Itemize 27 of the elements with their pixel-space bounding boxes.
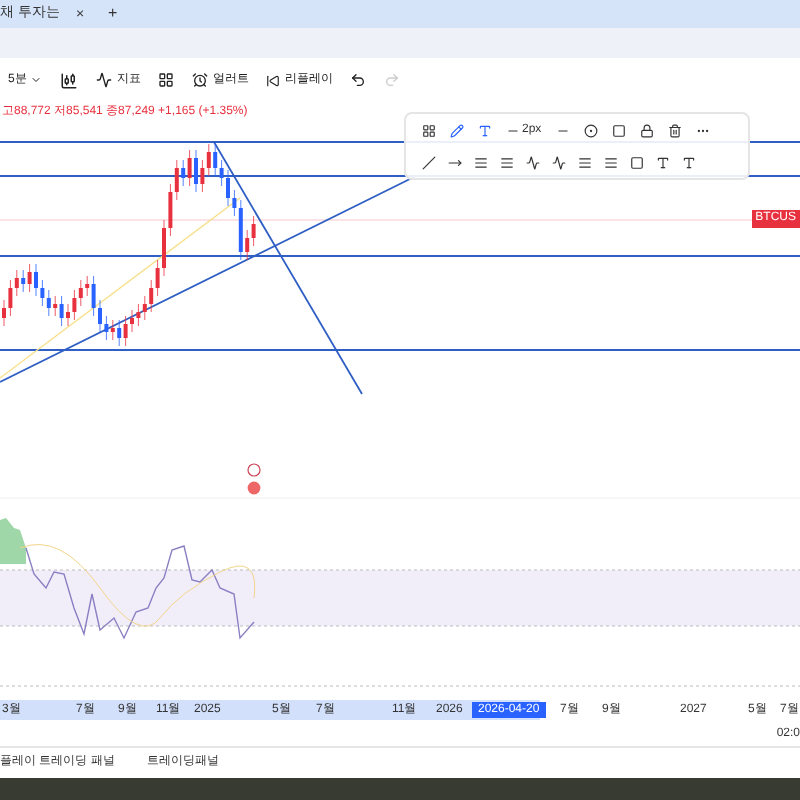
lock-icon[interactable] (639, 124, 654, 138)
pattern-icon[interactable] (552, 156, 566, 170)
chevron-icon (30, 74, 43, 86)
pulse-icon (96, 72, 113, 88)
trash-icon[interactable] (667, 124, 682, 138)
more-icon[interactable] (695, 124, 710, 138)
line-style-icon[interactable] (555, 124, 570, 138)
candlestick-icon[interactable] (60, 71, 79, 89)
grid-icon[interactable] (158, 72, 175, 88)
target-icon[interactable] (583, 124, 598, 138)
zigzag-icon[interactable] (526, 156, 540, 170)
trend-line[interactable] (213, 141, 363, 395)
alarm-clock-icon (192, 72, 209, 88)
event-marker-icon[interactable] (247, 463, 261, 477)
undo-icon[interactable] (350, 72, 367, 88)
ray-icon[interactable] (448, 156, 462, 170)
rewind-icon (266, 73, 281, 87)
pencil-icon[interactable] (450, 124, 464, 138)
text-tool-icon[interactable] (656, 156, 670, 170)
text-icon[interactable] (478, 124, 492, 138)
lines-icon[interactable] (474, 156, 488, 170)
new-tab-button[interactable]: + (108, 6, 118, 22)
frame-icon[interactable] (611, 124, 626, 138)
rectangle-icon[interactable] (630, 156, 644, 170)
oscillator-area (0, 518, 26, 564)
trend-line-icon[interactable] (422, 156, 436, 170)
line-icon (506, 124, 520, 138)
